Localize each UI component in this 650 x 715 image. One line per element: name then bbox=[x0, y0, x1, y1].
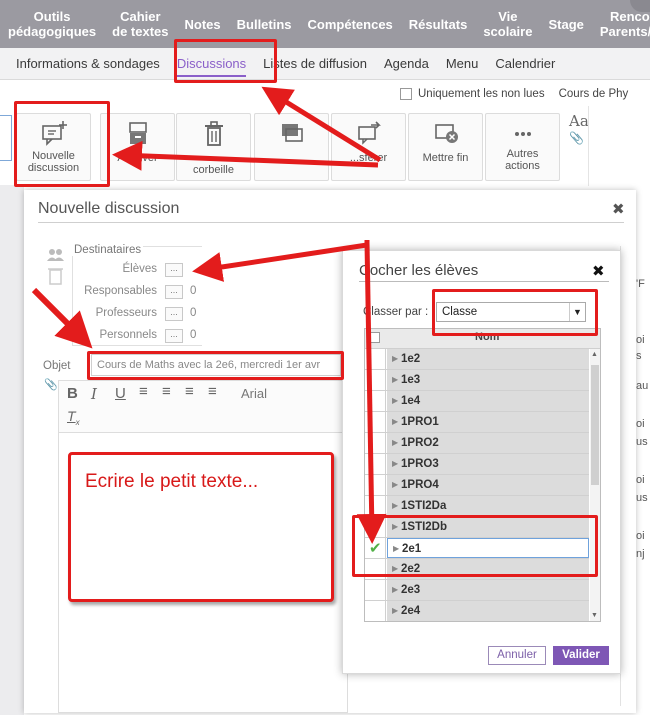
arrow-to-students-picker bbox=[192, 240, 370, 282]
annotation-arrows bbox=[31, 86, 387, 544]
arrow-to-discussions bbox=[261, 86, 382, 163]
arrow-to-new-discussion bbox=[112, 140, 379, 171]
arrow-to-class-row bbox=[356, 241, 387, 544]
arrow-to-subject bbox=[31, 287, 93, 349]
